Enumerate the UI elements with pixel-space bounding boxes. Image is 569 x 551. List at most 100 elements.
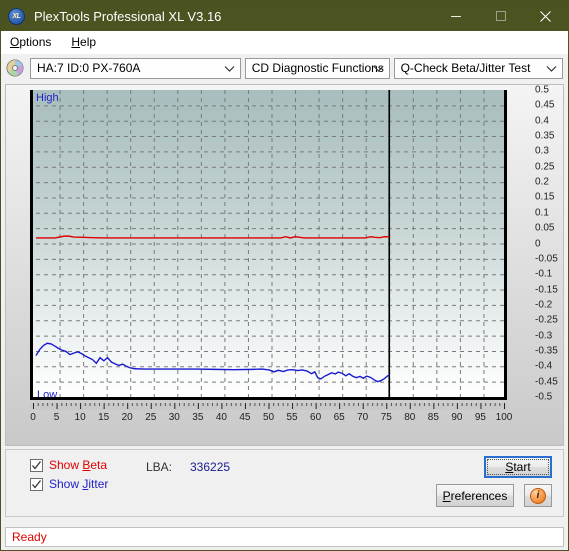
jitter-series-line <box>35 342 390 383</box>
chevron-down-icon <box>224 63 235 74</box>
axis-label-low: Low <box>37 389 58 400</box>
status-bar: Ready <box>5 527 564 547</box>
y-tick-label: -0.1 <box>535 268 553 280</box>
info-icon: i <box>530 487 546 504</box>
x-tick-label: 5 <box>53 412 60 423</box>
minimize-icon[interactable] <box>433 1 478 31</box>
test-select[interactable]: Q-Check Beta/Jitter Test <box>393 57 563 79</box>
x-tick-label: 95 <box>474 412 486 423</box>
controls-panel: Show Beta Show Jitter LBA: 336225 Start … <box>5 449 564 517</box>
y-tick-label: 0.25 <box>535 161 555 173</box>
start-button[interactable]: Start <box>484 456 552 478</box>
y-tick-label: 0.4 <box>535 115 549 127</box>
x-tick-label: 40 <box>215 412 227 423</box>
maximize-icon[interactable] <box>478 1 523 31</box>
x-tick-label: 80 <box>404 412 416 423</box>
show-jitter-label: Show Jitter <box>49 477 109 491</box>
x-tick-label: 25 <box>145 412 157 423</box>
plextools-window: XL PlexTools Professional XL V3.16 Optio… <box>0 0 569 551</box>
plot-wrapper: High Low 0.5 0.45 0.4 0.35 0.3 0.25 0.2 0.15 0.1… <box>30 85 558 423</box>
y-tick-label: -0.5 <box>535 391 553 403</box>
show-beta-label-rest: eta <box>90 458 108 472</box>
chart-panel: High Low 0.5 0.45 0.4 0.35 0.3 0.25 0.2 0.15 0.1… <box>5 84 564 446</box>
y-tick-label: -0.25 <box>535 314 558 326</box>
test-select-value: Q-Check Beta/Jitter Test <box>400 61 531 75</box>
x-tick-label: 35 <box>192 412 204 423</box>
menu-item-options[interactable]: Options <box>8 33 60 51</box>
x-tick-label: 65 <box>333 412 345 423</box>
x-tick-label: 15 <box>98 412 110 423</box>
menu-item-options-label: ptions <box>19 35 52 49</box>
beta-series-line <box>36 235 390 239</box>
y-tick-label: 0.35 <box>535 130 555 142</box>
lba-label: LBA: <box>146 460 173 474</box>
start-button-label: Start <box>505 460 531 474</box>
x-tick-label: 45 <box>239 412 251 423</box>
x-tick-label: 60 <box>310 412 322 423</box>
chevron-down-icon <box>546 63 557 74</box>
y-tick-label: 0.2 <box>535 176 549 188</box>
y-tick-label: 0.15 <box>535 191 555 203</box>
y-tick-label: 0.3 <box>535 145 549 157</box>
x-axis-ticks <box>30 403 507 410</box>
start-button-focus-ring: Start <box>487 459 549 475</box>
x-tick-label: 30 <box>168 412 180 423</box>
show-beta-label: Show Beta <box>49 458 108 472</box>
x-tick-label: 75 <box>380 412 392 423</box>
menu-item-help-label: elp <box>80 35 97 49</box>
axis-label-high: High <box>36 92 59 104</box>
y-tick-label: 0.5 <box>535 84 549 96</box>
title-bar: XL PlexTools Professional XL V3.16 <box>1 1 568 31</box>
show-jitter-checkbox-row[interactable]: Show Jitter <box>30 477 108 491</box>
x-tick-label: 85 <box>427 412 439 423</box>
window-buttons <box>433 1 568 31</box>
y-tick-label: 0 <box>535 238 541 249</box>
preferences-button-label-rest: references <box>450 488 508 503</box>
y-tick-label: -0.15 <box>535 284 558 296</box>
preferences-button-label: Preferences <box>442 488 508 503</box>
y-tick-label: -0.35 <box>535 345 558 357</box>
checkmark-icon <box>32 479 42 489</box>
window-title: PlexTools Professional XL V3.16 <box>34 8 222 24</box>
status-text: Ready <box>12 530 47 544</box>
gridlines <box>36 90 504 397</box>
function-select-value: CD Diagnostic Functions <box>251 61 384 75</box>
xl-app-icon: XL <box>8 7 25 25</box>
y-tick-label: -0.3 <box>535 330 553 342</box>
info-button[interactable]: i <box>524 484 552 507</box>
y-tick-label: -0.2 <box>535 299 553 311</box>
x-tick-label: 20 <box>121 412 133 423</box>
lba-value: 336225 <box>190 460 231 474</box>
x-tick-label: 10 <box>74 412 86 423</box>
y-tick-label: 0.1 <box>535 207 549 219</box>
show-beta-checkbox[interactable] <box>30 458 43 472</box>
drive-select-value: HA:7 ID:0 PX-760A <box>37 61 141 75</box>
close-icon[interactable] <box>523 1 568 31</box>
toolbar: HA:7 ID:0 PX-760A CD Diagnostic Function… <box>1 54 568 82</box>
y-tick-label: -0.45 <box>535 376 558 388</box>
preferences-button[interactable]: Preferences <box>436 484 514 507</box>
show-jitter-label-rest: itter <box>88 477 109 491</box>
x-tick-label: 90 <box>451 412 463 423</box>
show-jitter-checkbox[interactable] <box>30 477 43 491</box>
x-tick-label: 50 <box>262 412 275 423</box>
show-beta-checkbox-row[interactable]: Show Beta <box>30 458 107 472</box>
y-tick-label: -0.4 <box>535 360 553 372</box>
y-tick-label: -0.05 <box>535 253 558 265</box>
y-tick-label: 0.05 <box>535 222 555 234</box>
start-button-label-rest: tart <box>513 460 531 474</box>
menu-item-help[interactable]: Help <box>69 33 105 51</box>
x-tick-label: 0 <box>30 412 36 423</box>
plot-area: High Low <box>30 90 507 400</box>
function-select[interactable]: CD Diagnostic Functions <box>244 57 390 79</box>
chevron-down-icon <box>373 63 384 74</box>
menu-bar: Options Help <box>1 31 568 54</box>
x-tick-label: 55 <box>286 412 298 423</box>
optical-disc-icon <box>6 59 24 77</box>
checkmark-icon <box>32 460 42 470</box>
x-tick-label: 70 <box>357 412 369 423</box>
x-tick-label: 100 <box>495 412 513 423</box>
plot-svg <box>35 90 504 397</box>
drive-select[interactable]: HA:7 ID:0 PX-760A <box>30 57 241 79</box>
y-tick-label: 0.45 <box>535 99 555 111</box>
